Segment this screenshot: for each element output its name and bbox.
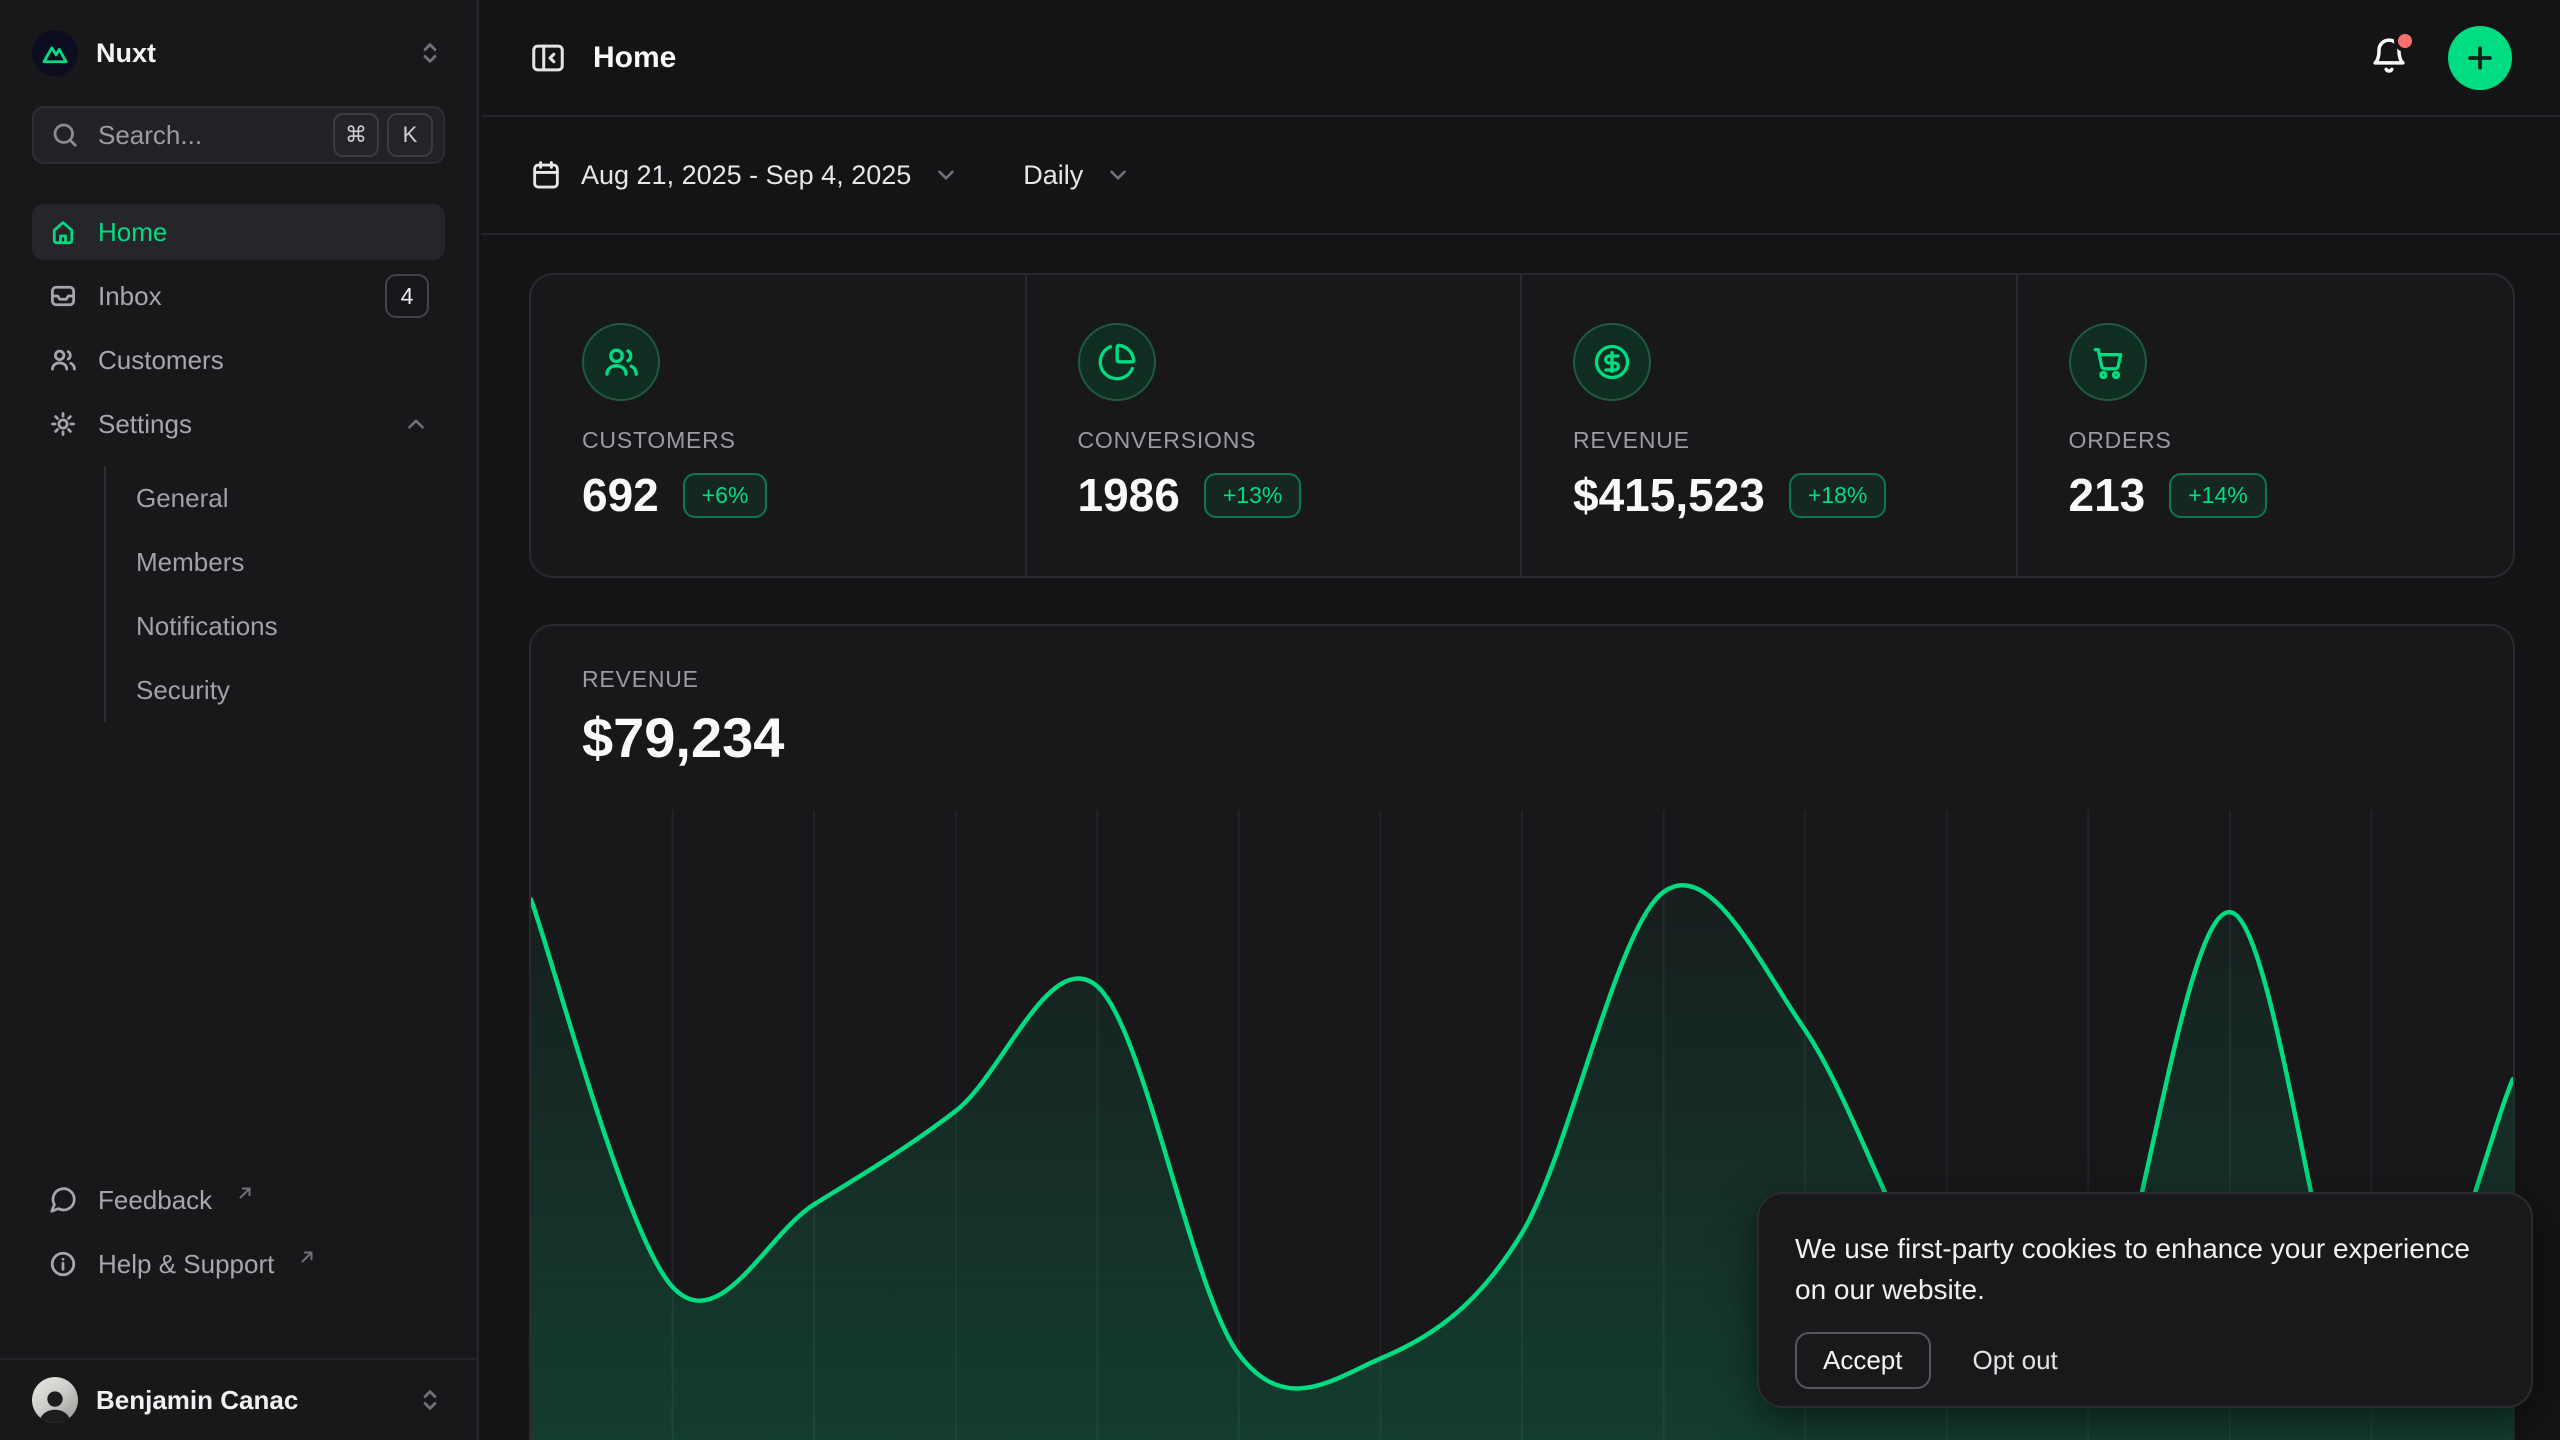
sidebar-item-label: Feedback	[98, 1185, 212, 1216]
stat-delta-badge: +14%	[2169, 473, 2266, 518]
settings-subnav: General Members Notifications Security	[104, 466, 413, 722]
stat-label: ORDERS	[2069, 427, 2514, 454]
shopping-cart-icon	[2088, 342, 2128, 382]
stat-delta-badge: +18%	[1789, 473, 1886, 518]
sidebar: Nuxt Search... ⌘ K Home	[0, 0, 479, 1440]
inbox-icon	[48, 281, 78, 311]
sidebar-item-customers[interactable]: Customers	[32, 332, 445, 388]
search-icon	[50, 120, 80, 150]
app-root: Nuxt Search... ⌘ K Home	[0, 0, 2560, 1440]
user-menu[interactable]: Benjamin Canac	[0, 1358, 477, 1440]
stat-label: CUSTOMERS	[582, 427, 1025, 454]
stat-conversions: CONVERSIONS 1986 +13%	[1027, 275, 1523, 576]
chevron-down-icon	[1105, 162, 1131, 188]
stat-delta-badge: +13%	[1204, 473, 1301, 518]
users-icon	[601, 342, 641, 382]
stat-value: $415,523	[1573, 468, 1765, 522]
sidebar-nav: Home Inbox 4 Customers Settings	[32, 204, 445, 722]
brand-name: Nuxt	[96, 38, 397, 69]
kbd-meta: ⌘	[333, 113, 379, 157]
stat-value: 692	[582, 468, 659, 522]
chevron-up-icon	[403, 411, 429, 437]
chevron-down-icon	[933, 162, 959, 188]
user-name: Benjamin Canac	[96, 1385, 397, 1416]
revenue-panel-label: REVENUE	[582, 666, 2513, 693]
stat-value: 213	[2069, 468, 2146, 522]
stat-delta-badge: +6%	[683, 473, 768, 518]
date-range-picker[interactable]: Aug 21, 2025 - Sep 4, 2025	[529, 158, 959, 192]
notifications-button[interactable]	[2368, 34, 2410, 81]
date-range-label: Aug 21, 2025 - Sep 4, 2025	[581, 160, 911, 191]
revenue-panel-value: $79,234	[582, 705, 2513, 770]
page-title: Home	[593, 41, 676, 75]
stats-card: CUSTOMERS 692 +6% CONVERSIONS 1986	[529, 273, 2515, 578]
gear-icon	[48, 409, 78, 439]
stat-orders: ORDERS 213 +14%	[2018, 275, 2514, 576]
stat-revenue: REVENUE $415,523 +18%	[1522, 275, 2018, 576]
selector-icon	[415, 38, 445, 68]
stat-value: 1986	[1078, 468, 1180, 522]
opt-out-button[interactable]: Opt out	[1973, 1345, 2058, 1376]
sidebar-item-label: Inbox	[98, 281, 365, 312]
plus-icon	[2463, 41, 2497, 75]
search-placeholder: Search...	[98, 120, 315, 151]
sidebar-item-label: Home	[98, 217, 429, 248]
workspace-switcher[interactable]: Nuxt	[0, 0, 477, 84]
cookie-message: We use first-party cookies to enhance yo…	[1795, 1228, 2495, 1310]
home-icon	[48, 217, 78, 247]
granularity-label: Daily	[1023, 160, 1083, 191]
granularity-select[interactable]: Daily	[1023, 160, 1131, 191]
selector-icon	[415, 1385, 445, 1415]
sidebar-item-general[interactable]: General	[136, 466, 413, 530]
sidebar-item-label: Customers	[98, 345, 429, 376]
stat-customers: CUSTOMERS 692 +6%	[531, 275, 1027, 576]
kbd-k: K	[387, 113, 433, 157]
sidebar-item-label: Help & Support	[98, 1249, 274, 1280]
sidebar-item-feedback[interactable]: Feedback	[32, 1172, 445, 1228]
stat-label: CONVERSIONS	[1078, 427, 1521, 454]
sidebar-item-security[interactable]: Security	[136, 658, 413, 722]
search-input[interactable]: Search... ⌘ K	[32, 106, 445, 164]
stat-label: REVENUE	[1573, 427, 2016, 454]
message-circle-icon	[48, 1185, 78, 1215]
external-link-icon	[236, 1184, 254, 1202]
add-button[interactable]	[2448, 26, 2512, 90]
cookie-banner: We use first-party cookies to enhance yo…	[1757, 1192, 2533, 1408]
external-link-icon	[298, 1248, 316, 1266]
circle-dollar-icon	[1592, 342, 1632, 382]
users-icon	[48, 345, 78, 375]
calendar-icon	[529, 158, 563, 192]
sidebar-item-help-support[interactable]: Help & Support	[32, 1236, 445, 1292]
nuxt-logo-icon	[32, 30, 78, 76]
sidebar-item-members[interactable]: Members	[136, 530, 413, 594]
collapse-sidebar-icon[interactable]	[529, 39, 567, 77]
sidebar-item-inbox[interactable]: Inbox 4	[32, 268, 445, 324]
inbox-count-badge: 4	[385, 274, 429, 318]
filters-toolbar: Aug 21, 2025 - Sep 4, 2025 Daily	[481, 117, 2560, 235]
sidebar-item-settings[interactable]: Settings	[32, 396, 445, 452]
sidebar-item-home[interactable]: Home	[32, 204, 445, 260]
avatar	[32, 1377, 78, 1423]
pie-chart-icon	[1097, 342, 1137, 382]
page-header: Home	[481, 0, 2560, 117]
info-circle-icon	[48, 1249, 78, 1279]
sidebar-footer: Feedback Help & Support	[32, 1172, 445, 1292]
accept-button[interactable]: Accept	[1795, 1332, 1931, 1389]
sidebar-item-label: Settings	[98, 409, 383, 440]
notification-dot	[2394, 30, 2416, 52]
sidebar-item-notifications[interactable]: Notifications	[136, 594, 413, 658]
